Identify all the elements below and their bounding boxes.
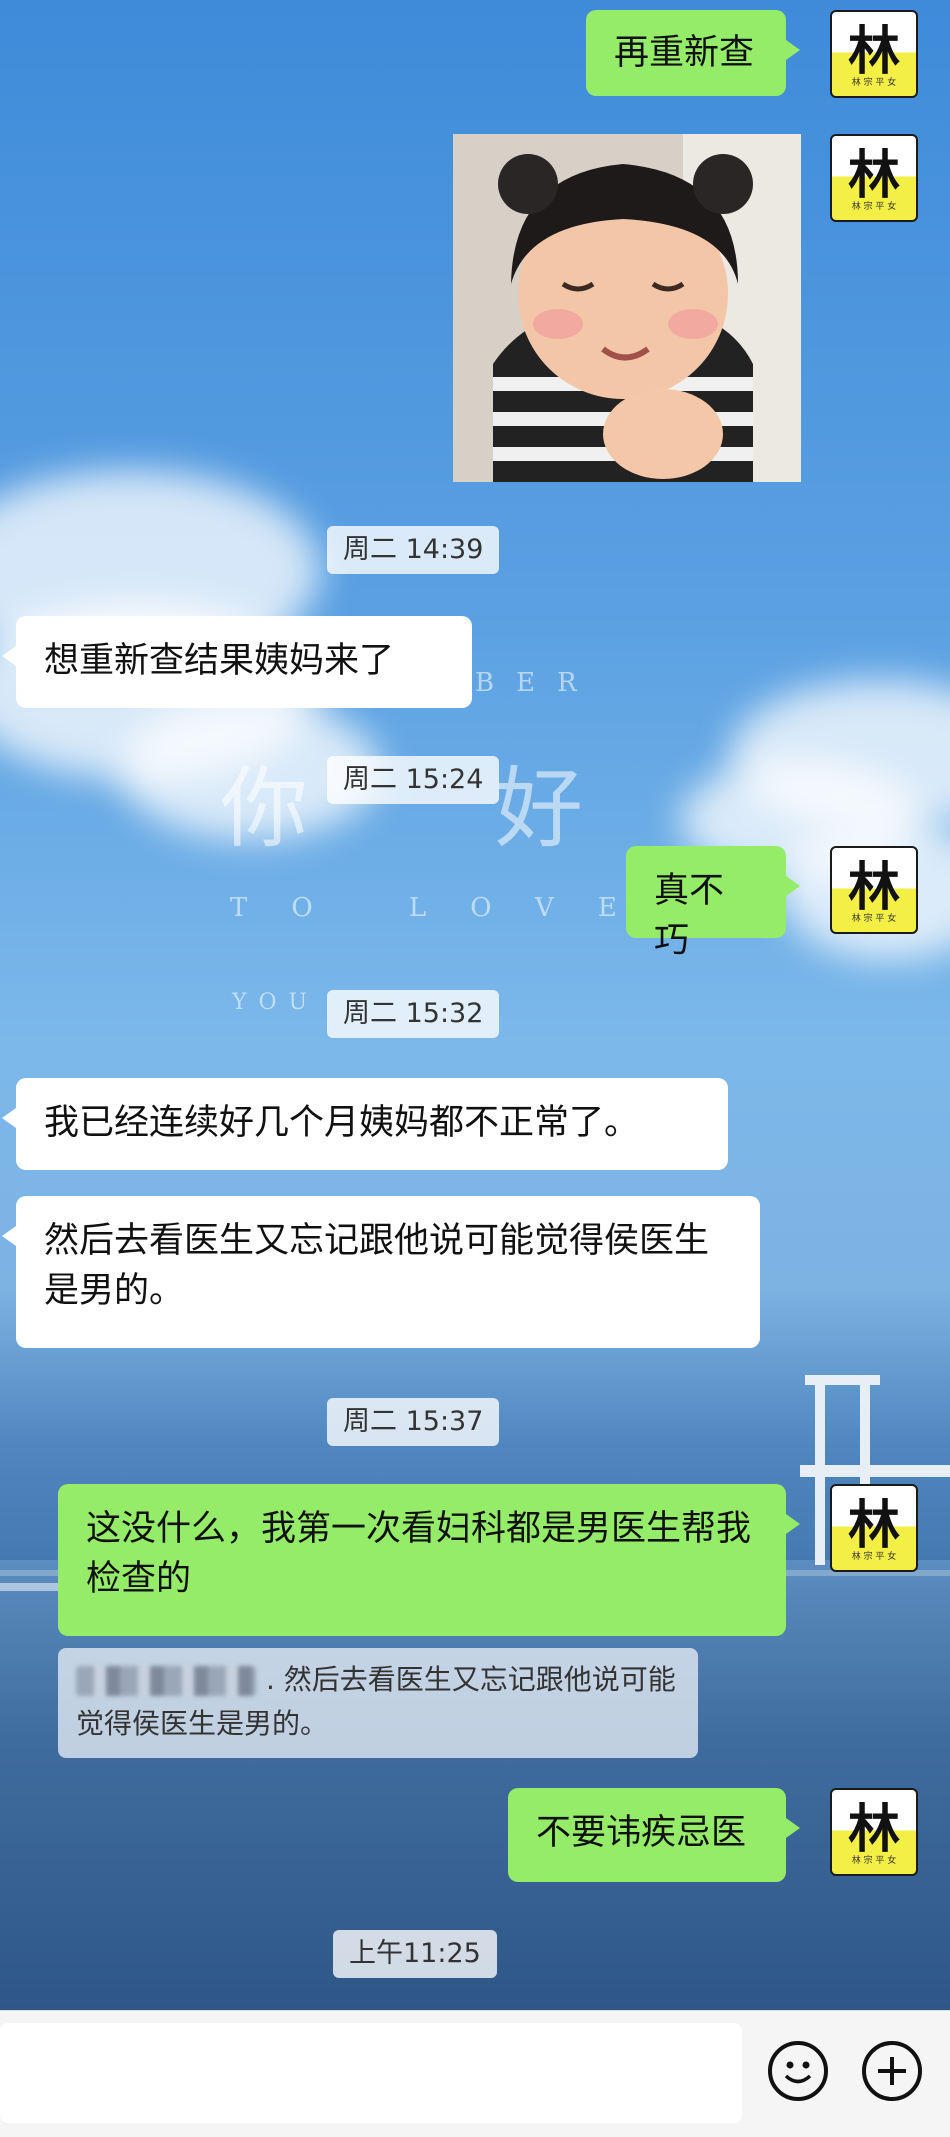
message-bubble-incoming[interactable]: 想重新查结果姨妈来了 <box>2 616 472 708</box>
avatar-caption: 林 宗 平 女 <box>851 1552 897 1562</box>
avatar-glyph: 林 <box>847 145 900 206</box>
message-text: 这没什么，我第一次看妇科都是男医生帮我检查的 <box>86 1509 752 1599</box>
background-deco-line: TO LOVE <box>230 893 661 923</box>
avatar-caption: 林 宗 平 女 <box>851 78 897 88</box>
avatar-self[interactable]: 林 林 宗 平 女 <box>830 846 918 934</box>
background-deco-title-left: 你 <box>220 757 309 860</box>
message-bubble-incoming[interactable]: 我已经连续好几个月姨妈都不正常了。 <box>2 1078 728 1170</box>
message-text: 我已经连续好几个月姨妈都不正常了。 <box>44 1103 640 1143</box>
background-deco-text: BER <box>475 668 599 698</box>
message-bubble-outgoing[interactable]: 不要讳疾忌医 <box>508 1788 800 1882</box>
avatar-glyph: 林 <box>847 1799 900 1860</box>
timestamp: 周二 15:24 <box>327 756 500 804</box>
message-input[interactable] <box>0 2023 742 2123</box>
avatar-glyph: 林 <box>847 1495 900 1556</box>
redacted-name <box>76 1666 256 1696</box>
avatar-glyph: 林 <box>847 21 900 82</box>
sticker-image[interactable] <box>453 134 801 482</box>
timestamp: 周二 15:37 <box>327 1398 500 1446</box>
avatar-caption: 林 宗 平 女 <box>851 202 897 212</box>
message-text: 想重新查结果姨妈来了 <box>44 641 395 681</box>
message-text: 再重新查 <box>614 33 755 73</box>
timestamp: 周二 14:39 <box>327 526 500 574</box>
avatar-self[interactable]: 林 林 宗 平 女 <box>830 1484 918 1572</box>
message-bubble-incoming[interactable]: 然后去看医生又忘记跟他说可能觉得侯医生是男的。 <box>2 1196 760 1348</box>
input-bar <box>0 2010 950 2137</box>
message-text: 不要讳疾忌医 <box>536 1813 747 1853</box>
avatar-self[interactable]: 林 林 宗 平 女 <box>830 134 918 222</box>
message-bubble-outgoing[interactable]: 这没什么，我第一次看妇科都是男医生帮我检查的 <box>58 1484 800 1636</box>
avatar-glyph: 林 <box>847 857 900 918</box>
avatar-caption: 林 宗 平 女 <box>851 914 897 924</box>
plus-circle-icon[interactable] <box>862 2041 922 2101</box>
avatar-self[interactable]: 林 林 宗 平 女 <box>830 1788 918 1876</box>
background-deco-title-right: 好 <box>495 757 584 860</box>
message-bubble-outgoing[interactable]: 再重新查 <box>586 10 800 96</box>
quoted-message[interactable]: . 然后去看医生又忘记跟他说可能觉得侯医生是男的。 <box>58 1648 698 1758</box>
baby-sticker-icon <box>453 134 801 482</box>
message-text: 然后去看医生又忘记跟他说可能觉得侯医生是男的。 <box>44 1221 710 1311</box>
smiley-icon[interactable] <box>768 2041 828 2101</box>
background-deco-you: YOU <box>232 990 320 1015</box>
message-bubble-outgoing[interactable]: 真不巧 <box>626 846 800 961</box>
timestamp: 周二 15:32 <box>327 990 500 1038</box>
avatar-caption: 林 宗 平 女 <box>851 1856 897 1866</box>
avatar-self[interactable]: 林 林 宗 平 女 <box>830 10 918 98</box>
timestamp: 上午11:25 <box>333 1930 497 1978</box>
